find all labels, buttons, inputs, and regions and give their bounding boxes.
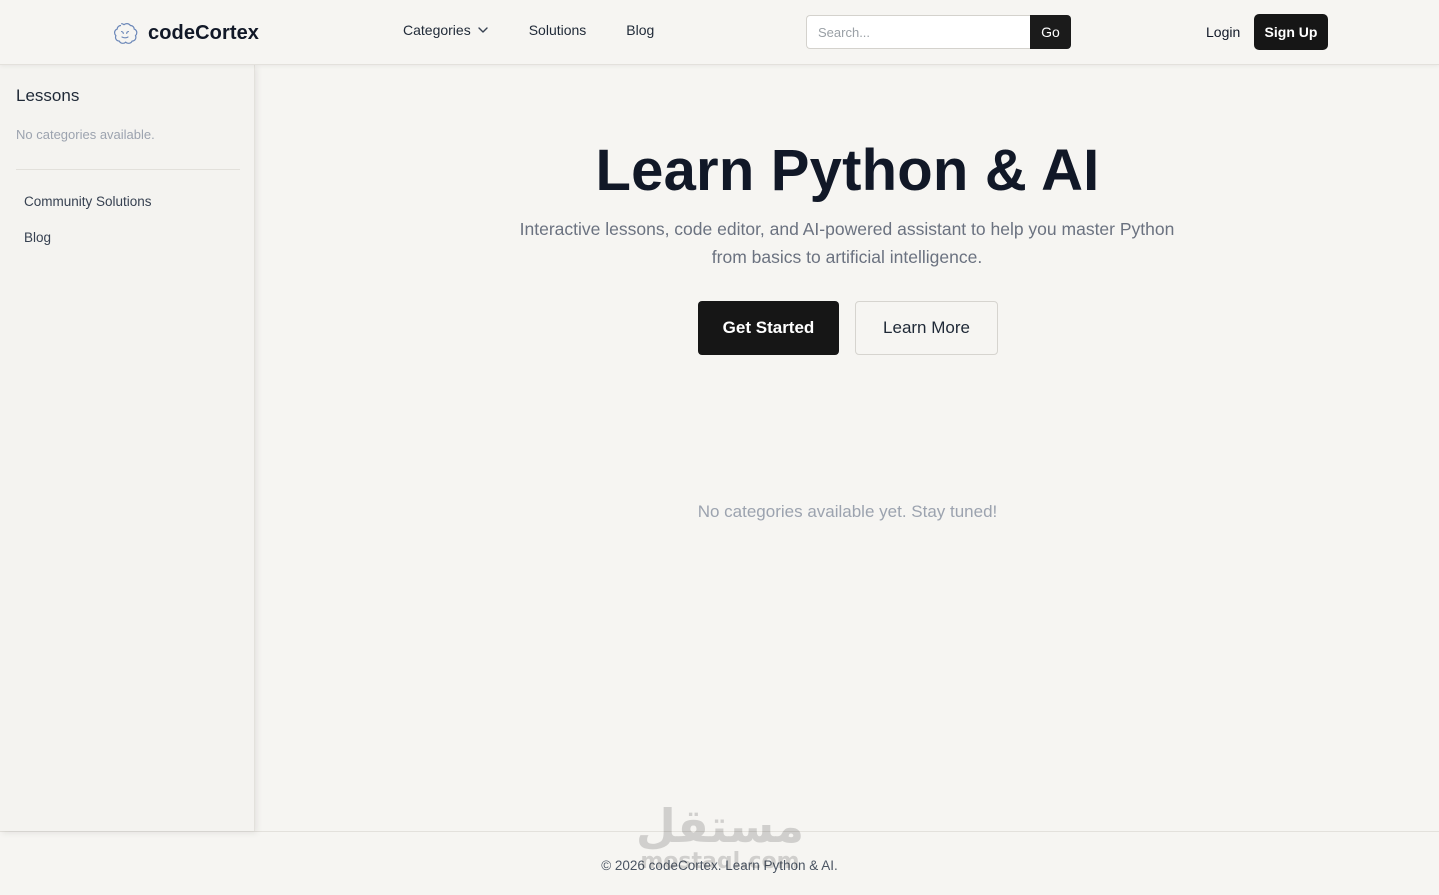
- hero-subtitle-line-2: from basics to artificial intelligence.: [711, 247, 983, 267]
- search-input[interactable]: [806, 15, 1030, 49]
- login-link[interactable]: Login: [1206, 24, 1240, 40]
- nav-categories[interactable]: Categories: [403, 22, 489, 38]
- page: codeCortex Categories Solutions Blog Go …: [0, 0, 1439, 895]
- sidebar-empty-message: No categories available.: [16, 127, 155, 142]
- sidebar-link-community-solutions[interactable]: Community Solutions: [24, 194, 152, 209]
- brand-name: codeCortex: [148, 21, 260, 44]
- chevron-down-icon: [478, 27, 488, 33]
- main-content: Learn Python & AI Interactive lessons, c…: [256, 65, 1439, 831]
- sidebar-link-blog[interactable]: Blog: [24, 230, 51, 245]
- hero-subtitle: Interactive lessons, code editor, and AI…: [497, 215, 1197, 271]
- footer: © 2026 codeCortex. Learn Python & AI.: [0, 831, 1439, 895]
- footer-copyright: © 2026 codeCortex. Learn Python & AI.: [601, 858, 838, 873]
- nav-categories-label: Categories: [403, 22, 471, 38]
- learn-more-button[interactable]: Learn More: [855, 301, 998, 355]
- brain-icon: [113, 22, 138, 44]
- sidebar-divider: [16, 169, 240, 170]
- lessons-sidebar: Lessons No categories available. Communi…: [0, 65, 255, 831]
- get-started-button[interactable]: Get Started: [698, 301, 839, 355]
- search-form: Go: [806, 15, 1071, 49]
- brand-link[interactable]: codeCortex: [112, 19, 259, 47]
- hero-title: Learn Python & AI: [595, 138, 1100, 203]
- search-go-button[interactable]: Go: [1030, 15, 1071, 49]
- categories-empty-state: No categories available yet. Stay tuned!: [697, 502, 998, 521]
- main-nav: Categories Solutions Blog: [403, 22, 654, 38]
- hero-subtitle-line-1: Interactive lessons, code editor, and AI…: [519, 219, 1175, 239]
- nav-blog[interactable]: Blog: [626, 22, 654, 38]
- nav-solutions[interactable]: Solutions: [529, 22, 587, 38]
- signup-button[interactable]: Sign Up: [1254, 14, 1328, 50]
- top-navbar: codeCortex Categories Solutions Blog Go …: [0, 0, 1439, 65]
- sidebar-title: Lessons: [16, 86, 80, 105]
